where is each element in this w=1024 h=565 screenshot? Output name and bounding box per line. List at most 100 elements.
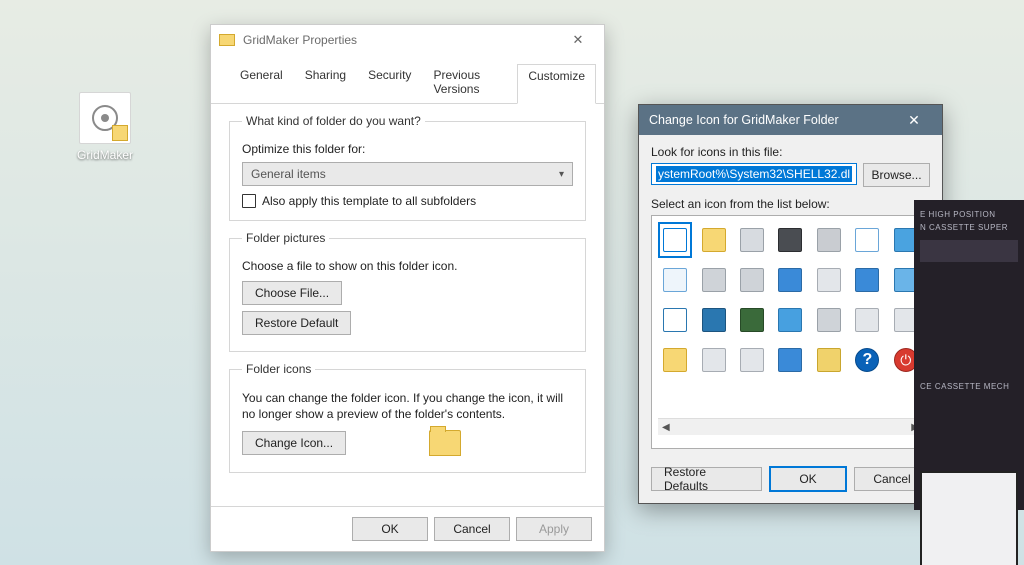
system-icon [817,308,841,332]
system-icon [817,268,841,292]
properties-dialog: GridMaker Properties ✕ General Sharing S… [210,24,605,552]
group-folder-pictures-legend: Folder pictures [242,231,329,245]
change-icon-button[interactable]: Change Icon... [242,431,346,455]
ok-button[interactable]: OK [770,467,846,491]
folder-icons-label: You can change the folder icon. If you c… [242,390,573,422]
icon-cell[interactable]: ? [850,342,884,378]
system-icon [778,348,802,372]
system-icon: ? [855,348,879,372]
icon-cell[interactable] [850,222,884,258]
icon-file-input-value: ystemRoot%\System32\SHELL32.dl [656,166,852,182]
icon-cell[interactable] [696,262,730,298]
icon-cell[interactable] [735,342,769,378]
icon-cell[interactable] [696,382,730,418]
system-icon [855,308,879,332]
desktop-folder[interactable]: GridMaker [65,92,145,162]
system-icon [740,268,764,292]
icon-cell[interactable] [812,342,846,378]
icon-cell[interactable] [773,382,807,418]
icon-cell[interactable] [658,262,692,298]
choose-file-button[interactable]: Choose File... [242,281,342,305]
icon-cell[interactable] [773,342,807,378]
system-icon [702,228,726,252]
system-icon [817,228,841,252]
icon-cell[interactable] [850,382,884,418]
system-icon [702,308,726,332]
optimize-label: Optimize this folder for: [242,142,573,156]
tab-general[interactable]: General [229,63,294,103]
icon-cell[interactable] [850,262,884,298]
icon-cell[interactable] [850,302,884,338]
icon-cell[interactable] [773,262,807,298]
icon-cell[interactable] [773,222,807,258]
system-icon [663,268,687,292]
system-icon [817,348,841,372]
close-icon[interactable]: ✕ [896,112,932,129]
system-icon [778,308,802,332]
properties-footer: OK Cancel Apply [211,506,604,551]
group-folder-type: What kind of folder do you want? Optimiz… [229,114,586,221]
apply-button[interactable]: Apply [516,517,592,541]
system-icon [663,308,687,332]
icon-list: ?⏻ ◀ ▶ [651,215,930,449]
icon-cell[interactable] [658,302,692,338]
icon-cell[interactable] [658,382,692,418]
icon-cell[interactable] [812,382,846,418]
system-icon [740,228,764,252]
desktop-folder-label: GridMaker [65,148,145,162]
optimize-select-value: General items [251,167,326,181]
system-icon [702,348,726,372]
system-icon [663,348,687,372]
change-icon-titlebar[interactable]: Change Icon for GridMaker Folder ✕ [639,105,942,135]
cancel-button[interactable]: Cancel [434,517,510,541]
restore-defaults-button[interactable]: Restore Defaults [651,467,762,491]
icon-file-input[interactable]: ystemRoot%\System32\SHELL32.dl [651,163,857,185]
tab-previous-versions[interactable]: Previous Versions [422,63,517,103]
system-icon [663,228,687,252]
system-icon [778,268,802,292]
horizontal-scrollbar[interactable]: ◀ ▶ [658,418,923,435]
system-icon [702,268,726,292]
icon-cell[interactable] [658,222,692,258]
icon-cell[interactable] [735,262,769,298]
icon-cell[interactable] [735,222,769,258]
select-icon-label: Select an icon from the list below: [651,197,930,211]
group-folder-icons-legend: Folder icons [242,362,315,376]
browse-button[interactable]: Browse... [863,163,930,187]
restore-default-button[interactable]: Restore Default [242,311,351,335]
folder-overlay-icon [112,125,128,141]
icon-cell[interactable] [696,342,730,378]
apply-subfolders-checkbox[interactable]: Also apply this template to all subfolde… [242,194,573,208]
apply-subfolders-label: Also apply this template to all subfolde… [262,194,476,208]
icon-cell[interactable] [812,222,846,258]
system-icon [740,308,764,332]
system-icon [740,348,764,372]
icon-cell[interactable] [773,302,807,338]
icon-cell[interactable] [658,342,692,378]
icon-cell[interactable] [696,222,730,258]
properties-tabs: General Sharing Security Previous Versio… [211,55,604,104]
close-icon[interactable]: ✕ [560,32,596,48]
tab-customize[interactable]: Customize [517,64,596,104]
system-icon [855,228,879,252]
look-for-icons-label: Look for icons in this file: [651,145,930,159]
tab-security[interactable]: Security [357,63,422,103]
folder-icon [219,34,235,46]
properties-body: What kind of folder do you want? Optimiz… [211,104,604,506]
icon-cell[interactable] [812,302,846,338]
system-icon [778,228,802,252]
tab-sharing[interactable]: Sharing [294,63,357,103]
icon-cell[interactable] [696,302,730,338]
folder-pictures-label: Choose a file to show on this folder ico… [242,259,573,273]
change-icon-title: Change Icon for GridMaker Folder [649,113,839,127]
group-folder-pictures: Folder pictures Choose a file to show on… [229,231,586,352]
optimize-select[interactable]: General items ▾ [242,162,573,186]
checkbox-icon [242,194,256,208]
chevron-down-icon: ▾ [559,169,564,180]
icon-cell[interactable] [812,262,846,298]
icon-cell[interactable] [735,302,769,338]
scroll-left-icon[interactable]: ◀ [662,422,670,433]
properties-titlebar[interactable]: GridMaker Properties ✕ [211,25,604,55]
ok-button[interactable]: OK [352,517,428,541]
icon-cell[interactable] [735,382,769,418]
